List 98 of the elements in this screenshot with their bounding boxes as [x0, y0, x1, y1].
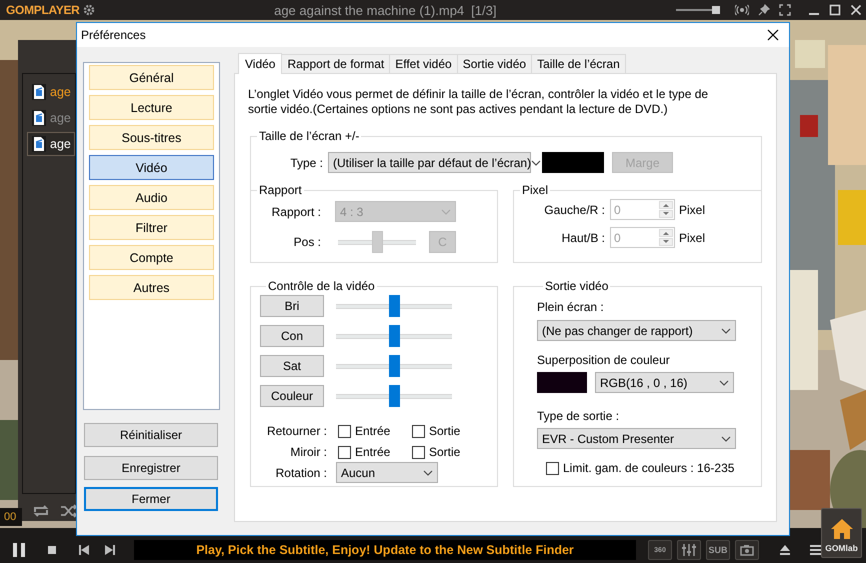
category-button[interactable]: Compte — [89, 245, 214, 270]
dialog-button[interactable]: Réinitialiser — [84, 423, 218, 447]
pause-icon[interactable] — [12, 542, 26, 558]
dialog-title: Préférences — [81, 28, 147, 42]
gear-icon[interactable] — [82, 4, 95, 16]
slider-thumb[interactable] — [388, 325, 400, 347]
dialog-button[interactable]: Enregistrer — [84, 456, 218, 480]
house-icon — [830, 518, 854, 540]
category-button[interactable]: Vidéo — [89, 155, 214, 180]
playlist-item[interactable]: age — [27, 132, 75, 156]
tab[interactable]: Taille de l’écran — [531, 54, 626, 73]
field-label: Plein écran : — [537, 300, 605, 314]
checkbox[interactable] — [338, 446, 351, 458]
repeat-icon[interactable] — [32, 504, 50, 518]
checkbox-label: Sortie — [429, 424, 462, 438]
group-title: Sortie vidéo — [544, 279, 610, 293]
adjust-button[interactable]: Sat — [260, 355, 324, 377]
chevron-icon — [441, 208, 451, 214]
color-dropdown[interactable]: RGB(16 , 0 , 16) — [595, 372, 734, 393]
color-swatch — [542, 152, 604, 173]
field-label: Type de sortie : — [537, 409, 620, 423]
group-title: Taille de l’écran +/- — [258, 129, 360, 143]
tab[interactable]: Vidéo — [238, 53, 282, 74]
category-button[interactable]: Autres — [89, 275, 214, 300]
app-logo: GOMPLAYER — [6, 3, 80, 17]
subtitle-button[interactable]: SUB — [706, 540, 730, 560]
field-label: Miroir : — [289, 445, 327, 459]
field-label: Gauche/R : — [543, 202, 605, 216]
field-label: Superposition de couleur — [537, 353, 671, 367]
field-label: Haut/B : — [560, 230, 605, 244]
checkbox[interactable] — [412, 446, 425, 458]
field-label: Retourner : — [266, 424, 327, 438]
chevron-icon — [531, 160, 542, 166]
output-dropdown[interactable]: EVR - Custom Presenter — [537, 428, 736, 449]
previous-icon[interactable] — [78, 544, 90, 556]
close-icon[interactable] — [767, 29, 779, 41]
chevron-icon — [719, 380, 729, 386]
checkbox-label: Sortie — [429, 445, 462, 459]
category-button[interactable]: Lecture — [89, 95, 214, 120]
checkbox-label: Limit. gam. de couleurs : 16-235 — [563, 461, 734, 475]
equalizer-icon — [682, 544, 696, 556]
camera-icon — [740, 544, 754, 556]
group-title: Rapport — [258, 183, 303, 197]
equalizer-button[interactable] — [677, 540, 701, 560]
pin-icon[interactable] — [758, 4, 770, 16]
category-button[interactable]: Filtrer — [89, 215, 214, 240]
camera-button[interactable] — [735, 540, 759, 560]
group-title: Contrôle de la vidéo — [267, 279, 376, 293]
field-label: Rapport : — [270, 204, 321, 218]
checkbox[interactable] — [546, 462, 559, 474]
chevron-icon — [423, 470, 433, 476]
slider-thumb[interactable] — [388, 355, 400, 377]
category-button[interactable]: Audio — [89, 185, 214, 210]
dialog-button[interactable]: Fermer — [84, 487, 218, 511]
broadcast-icon[interactable] — [735, 4, 749, 16]
file-icon — [32, 84, 46, 100]
maximize-icon[interactable] — [829, 4, 841, 16]
checkbox[interactable] — [412, 424, 425, 438]
time-display: 00 — [0, 508, 22, 526]
shuffle-icon[interactable] — [60, 504, 78, 518]
field-label: Pos : — [292, 235, 321, 249]
chevron-icon — [721, 328, 731, 334]
file-icon — [32, 136, 46, 152]
unit-label: Pixel — [679, 230, 706, 244]
fullscreen-icon[interactable] — [779, 4, 791, 16]
chevron-icon — [721, 436, 731, 442]
slider-thumb[interactable] — [388, 385, 400, 407]
adjust-button[interactable]: Couleur — [260, 385, 324, 407]
adjust-button[interactable]: Con — [260, 325, 324, 347]
menu-icon[interactable] — [809, 544, 823, 556]
group-title: Pixel — [521, 183, 550, 197]
playlist-item[interactable]: age — [27, 106, 75, 130]
home-button[interactable]: GOMlab — [821, 508, 862, 558]
file-icon — [32, 110, 46, 126]
checkbox-label: Entrée — [355, 445, 392, 459]
adjust-button[interactable]: Bri — [260, 295, 324, 317]
slider-thumb[interactable] — [388, 295, 400, 317]
unit-label: Pixel — [679, 202, 706, 216]
volume-thumb[interactable] — [712, 6, 720, 14]
fullscreen-dropdown[interactable]: (Ne pas changer de rapport) — [537, 320, 736, 341]
volume-slider[interactable] — [676, 6, 720, 14]
tab[interactable]: Rapport de format — [281, 54, 390, 73]
description-text: L’onglet Vidéo vous permet de définir la taille de l’écran, contrôler la vidéo et le type de sortie vidéo.(Certaines options ne sont pas actives pendant la lecture de DVD.) — [248, 87, 710, 117]
stop-icon[interactable] — [46, 544, 58, 556]
rotation-dropdown[interactable]: Aucun — [336, 462, 438, 483]
color-swatch — [537, 372, 587, 393]
marquee-text[interactable]: Play, Pick the Subtitle, Enjoy! Update to the New Subtitle Finder — [134, 540, 636, 560]
field-label: Rotation : — [274, 466, 327, 480]
playlist-item[interactable]: age — [27, 80, 75, 104]
playlist-counter: [1/3] — [471, 2, 496, 18]
category-button[interactable]: Général — [89, 65, 214, 90]
next-icon[interactable] — [104, 544, 116, 556]
checkbox[interactable] — [338, 424, 351, 438]
eject-icon[interactable] — [779, 544, 791, 556]
checkbox-label: Entrée — [355, 424, 392, 438]
window-title: age against the machine (1).mp4 — [274, 2, 464, 18]
category-button[interactable]: Sous-titres — [89, 125, 214, 150]
field-label: Type : — [289, 156, 323, 170]
